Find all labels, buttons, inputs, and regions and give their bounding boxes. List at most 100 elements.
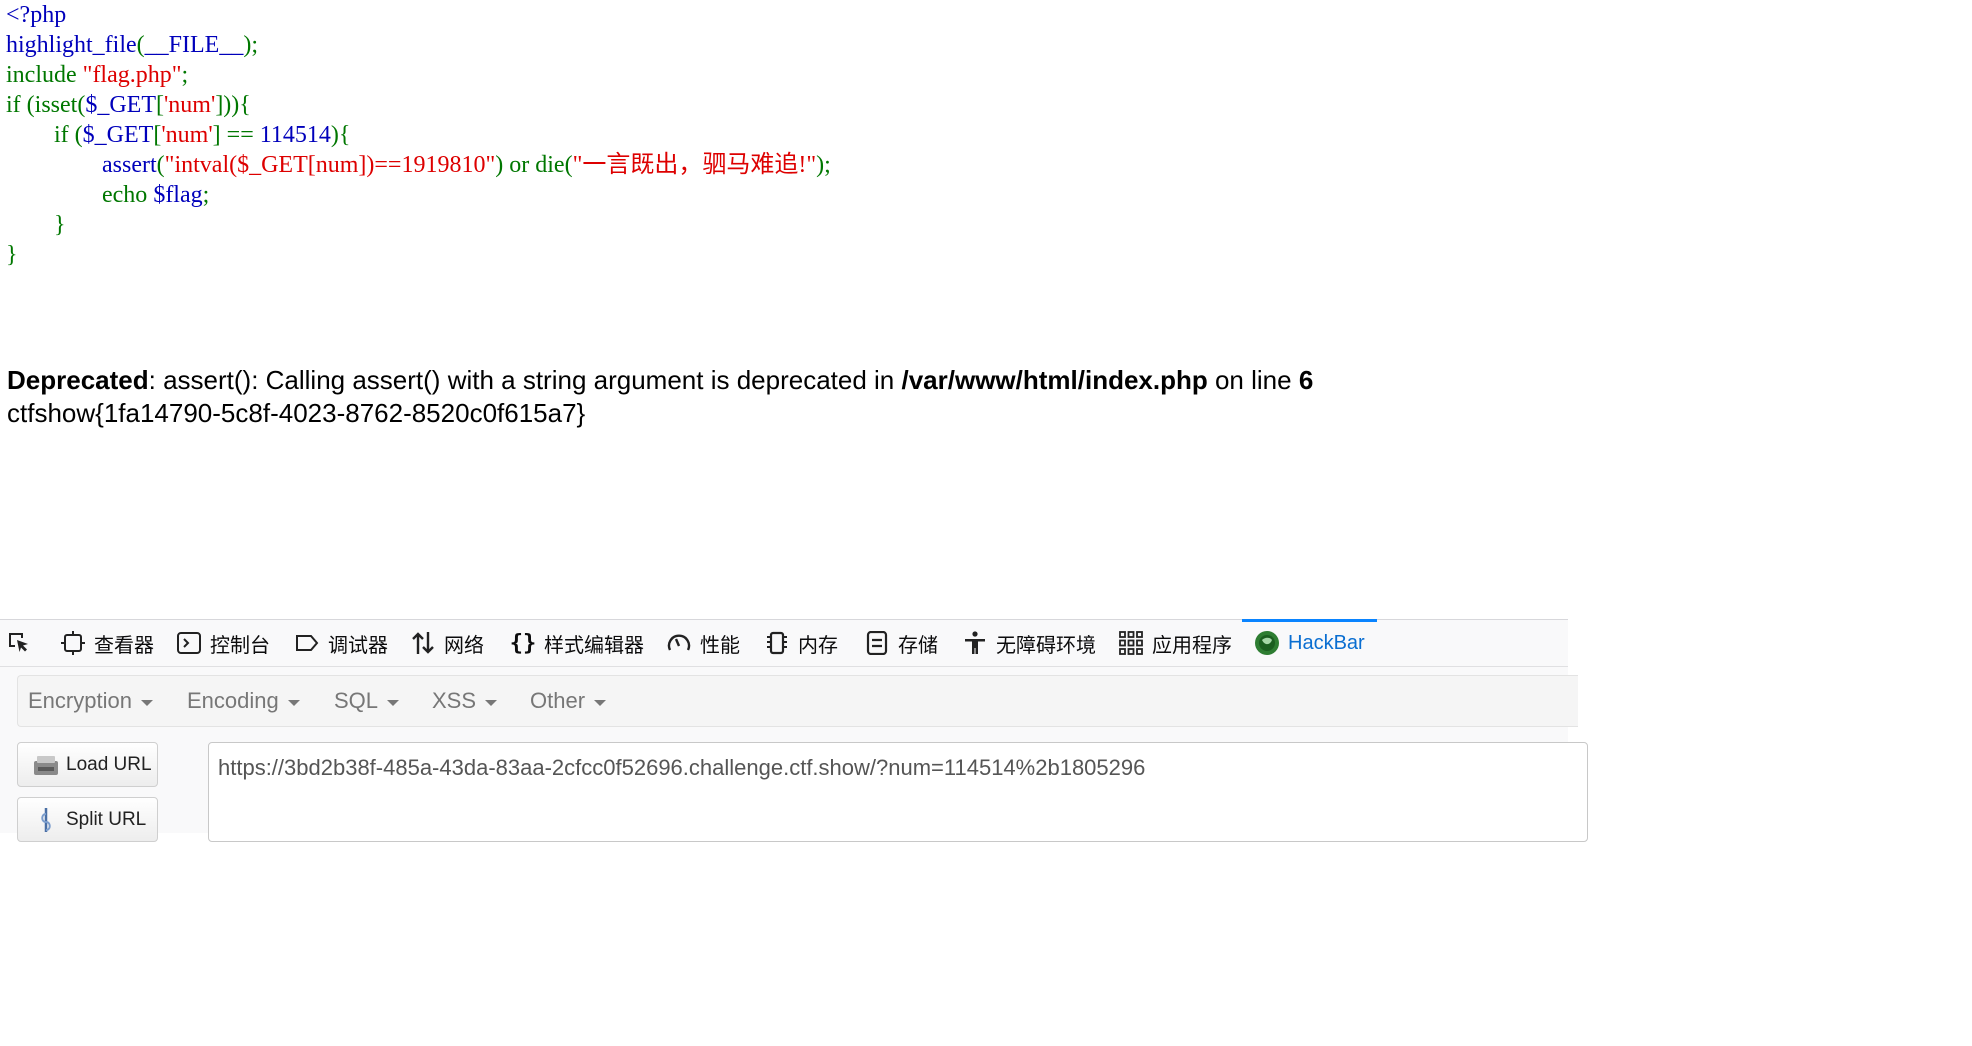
tab-memory[interactable]: 内存 (764, 620, 838, 666)
code-token: [ (155, 92, 164, 118)
code-line: include "flag.php"; (6, 60, 831, 90)
menu-xss-label: XSS (432, 688, 477, 713)
style-editor-icon: {} (509, 630, 537, 656)
menu-sql[interactable]: SQL (334, 676, 400, 726)
load-url-icon (32, 751, 60, 779)
deprecated-message: : assert(): Calling assert() with a stri… (148, 365, 902, 395)
devtools-tab-bar: 查看器 控制台 调试器 网络 {} 样式编辑器 性能 内存 存储 无障碍环境 应… (0, 619, 1568, 667)
code-line: if (isset($_GET['num'])){ (6, 90, 831, 120)
code-token: echo (6, 182, 154, 208)
hackbar-menu-bar: Encryption Encoding SQL XSS Other (17, 675, 1578, 727)
menu-encoding-label: Encoding (187, 688, 279, 713)
code-line: <?php (6, 0, 831, 30)
chevron-down-icon (485, 699, 498, 706)
tab-network-label: 网络 (444, 634, 484, 657)
deprecation-warning: Deprecated: assert(): Calling assert() w… (7, 364, 1313, 397)
code-token: <?php (6, 2, 67, 28)
url-value: https://3bd2b38f-485a-43da-83aa-2cfcc0f5… (218, 755, 1146, 780)
tab-inspector-label: 查看器 (94, 634, 154, 657)
chevron-down-icon (287, 699, 300, 706)
menu-other[interactable]: Other (530, 676, 607, 726)
load-url-label: Load URL (66, 753, 152, 775)
code-token: ( (74, 122, 83, 148)
application-icon (1118, 630, 1144, 656)
tab-performance-label: 性能 (700, 634, 740, 657)
code-line: } (6, 240, 831, 270)
code-token: $flag (153, 182, 203, 208)
code-token: ; (202, 182, 210, 208)
tab-storage[interactable]: 存储 (864, 620, 938, 666)
code-token: 'num' (163, 92, 216, 118)
tab-hackbar[interactable]: HackBar (1242, 619, 1377, 666)
tab-style-editor[interactable]: {} 样式编辑器 (510, 620, 644, 666)
code-token: ] (212, 122, 227, 148)
code-token: } (6, 212, 66, 238)
menu-encryption[interactable]: Encryption (28, 676, 153, 726)
code-line: if ($_GET['num'] == 114514){ (6, 120, 831, 150)
php-source-code: <?php highlight_file(__FILE__); include "f… (6, 0, 831, 270)
hackbar-icon (1254, 630, 1280, 656)
network-icon (410, 630, 436, 656)
deprecated-label: Deprecated (7, 365, 149, 395)
load-url-button[interactable]: Load URL (17, 742, 158, 787)
tab-debugger-label: 调试器 (328, 634, 388, 657)
tab-debugger[interactable]: 调试器 (294, 620, 388, 666)
code-line: } (6, 210, 831, 240)
code-token: } (6, 242, 18, 268)
php-output: Deprecated: assert(): Calling assert() w… (7, 364, 1313, 430)
tab-console[interactable]: 控制台 (176, 620, 270, 666)
on-line-text: on line (1207, 365, 1299, 395)
split-url-button[interactable]: Split URL (17, 797, 158, 842)
code-token: __FILE__ (144, 32, 244, 58)
code-token: (isset( (26, 92, 86, 118)
code-token: ])){ (215, 92, 251, 118)
code-token: == (226, 122, 260, 148)
inspector-icon (60, 630, 86, 656)
code-token: "intval($_GET[num])==1919810" (164, 152, 496, 178)
tab-application[interactable]: 应用程序 (1118, 620, 1232, 666)
code-token: "flag.php" (82, 62, 182, 88)
code-token: if (6, 92, 27, 118)
menu-encoding[interactable]: Encoding (187, 676, 300, 726)
code-token: die( (535, 152, 573, 178)
code-token: ( (136, 32, 145, 58)
split-url-label: Split URL (66, 808, 147, 830)
code-token: ){ (330, 122, 351, 148)
tab-accessibility-label: 无障碍环境 (996, 634, 1096, 657)
tab-application-label: 应用程序 (1152, 634, 1232, 657)
code-line: echo $flag; (6, 180, 831, 210)
code-token: 114514 (259, 122, 331, 148)
storage-icon (864, 630, 890, 656)
tab-hackbar-label: HackBar (1288, 631, 1365, 654)
pick-element-icon (6, 630, 32, 656)
code-token: 'num' (161, 122, 213, 148)
chevron-down-icon (140, 699, 153, 706)
code-token: or (509, 152, 536, 178)
chevron-down-icon (594, 699, 607, 706)
code-line: highlight_file(__FILE__); (6, 30, 831, 60)
chevron-down-icon (387, 699, 400, 706)
menu-xss[interactable]: XSS (432, 676, 498, 726)
line-number: 6 (1298, 365, 1314, 395)
console-icon (176, 630, 202, 656)
tab-memory-label: 内存 (798, 634, 838, 657)
tab-inspector[interactable]: 查看器 (60, 620, 154, 666)
url-textarea[interactable]: https://3bd2b38f-485a-43da-83aa-2cfcc0f5… (208, 742, 1588, 842)
menu-encryption-label: Encryption (28, 688, 132, 713)
code-token: $_GET (82, 122, 154, 148)
tab-accessibility[interactable]: 无障碍环境 (962, 620, 1096, 666)
flag-output: ctfshow{1fa14790-5c8f-4023-8762-8520c0f6… (7, 398, 586, 428)
code-line: assert("intval($_GET[num])==1919810") or… (6, 150, 831, 180)
code-token: ) (495, 152, 510, 178)
code-token: assert (102, 152, 157, 178)
file-path: /var/www/html/index.php (901, 365, 1208, 395)
tab-network[interactable]: 网络 (410, 620, 484, 666)
tab-pick-element[interactable] (6, 620, 40, 666)
tab-performance[interactable]: 性能 (666, 620, 740, 666)
code-token: "一言既出，驷马难追!" (572, 152, 817, 178)
tab-console-label: 控制台 (210, 634, 270, 657)
code-token: ; (181, 62, 189, 88)
menu-other-label: Other (530, 688, 586, 713)
memory-icon (764, 630, 790, 656)
